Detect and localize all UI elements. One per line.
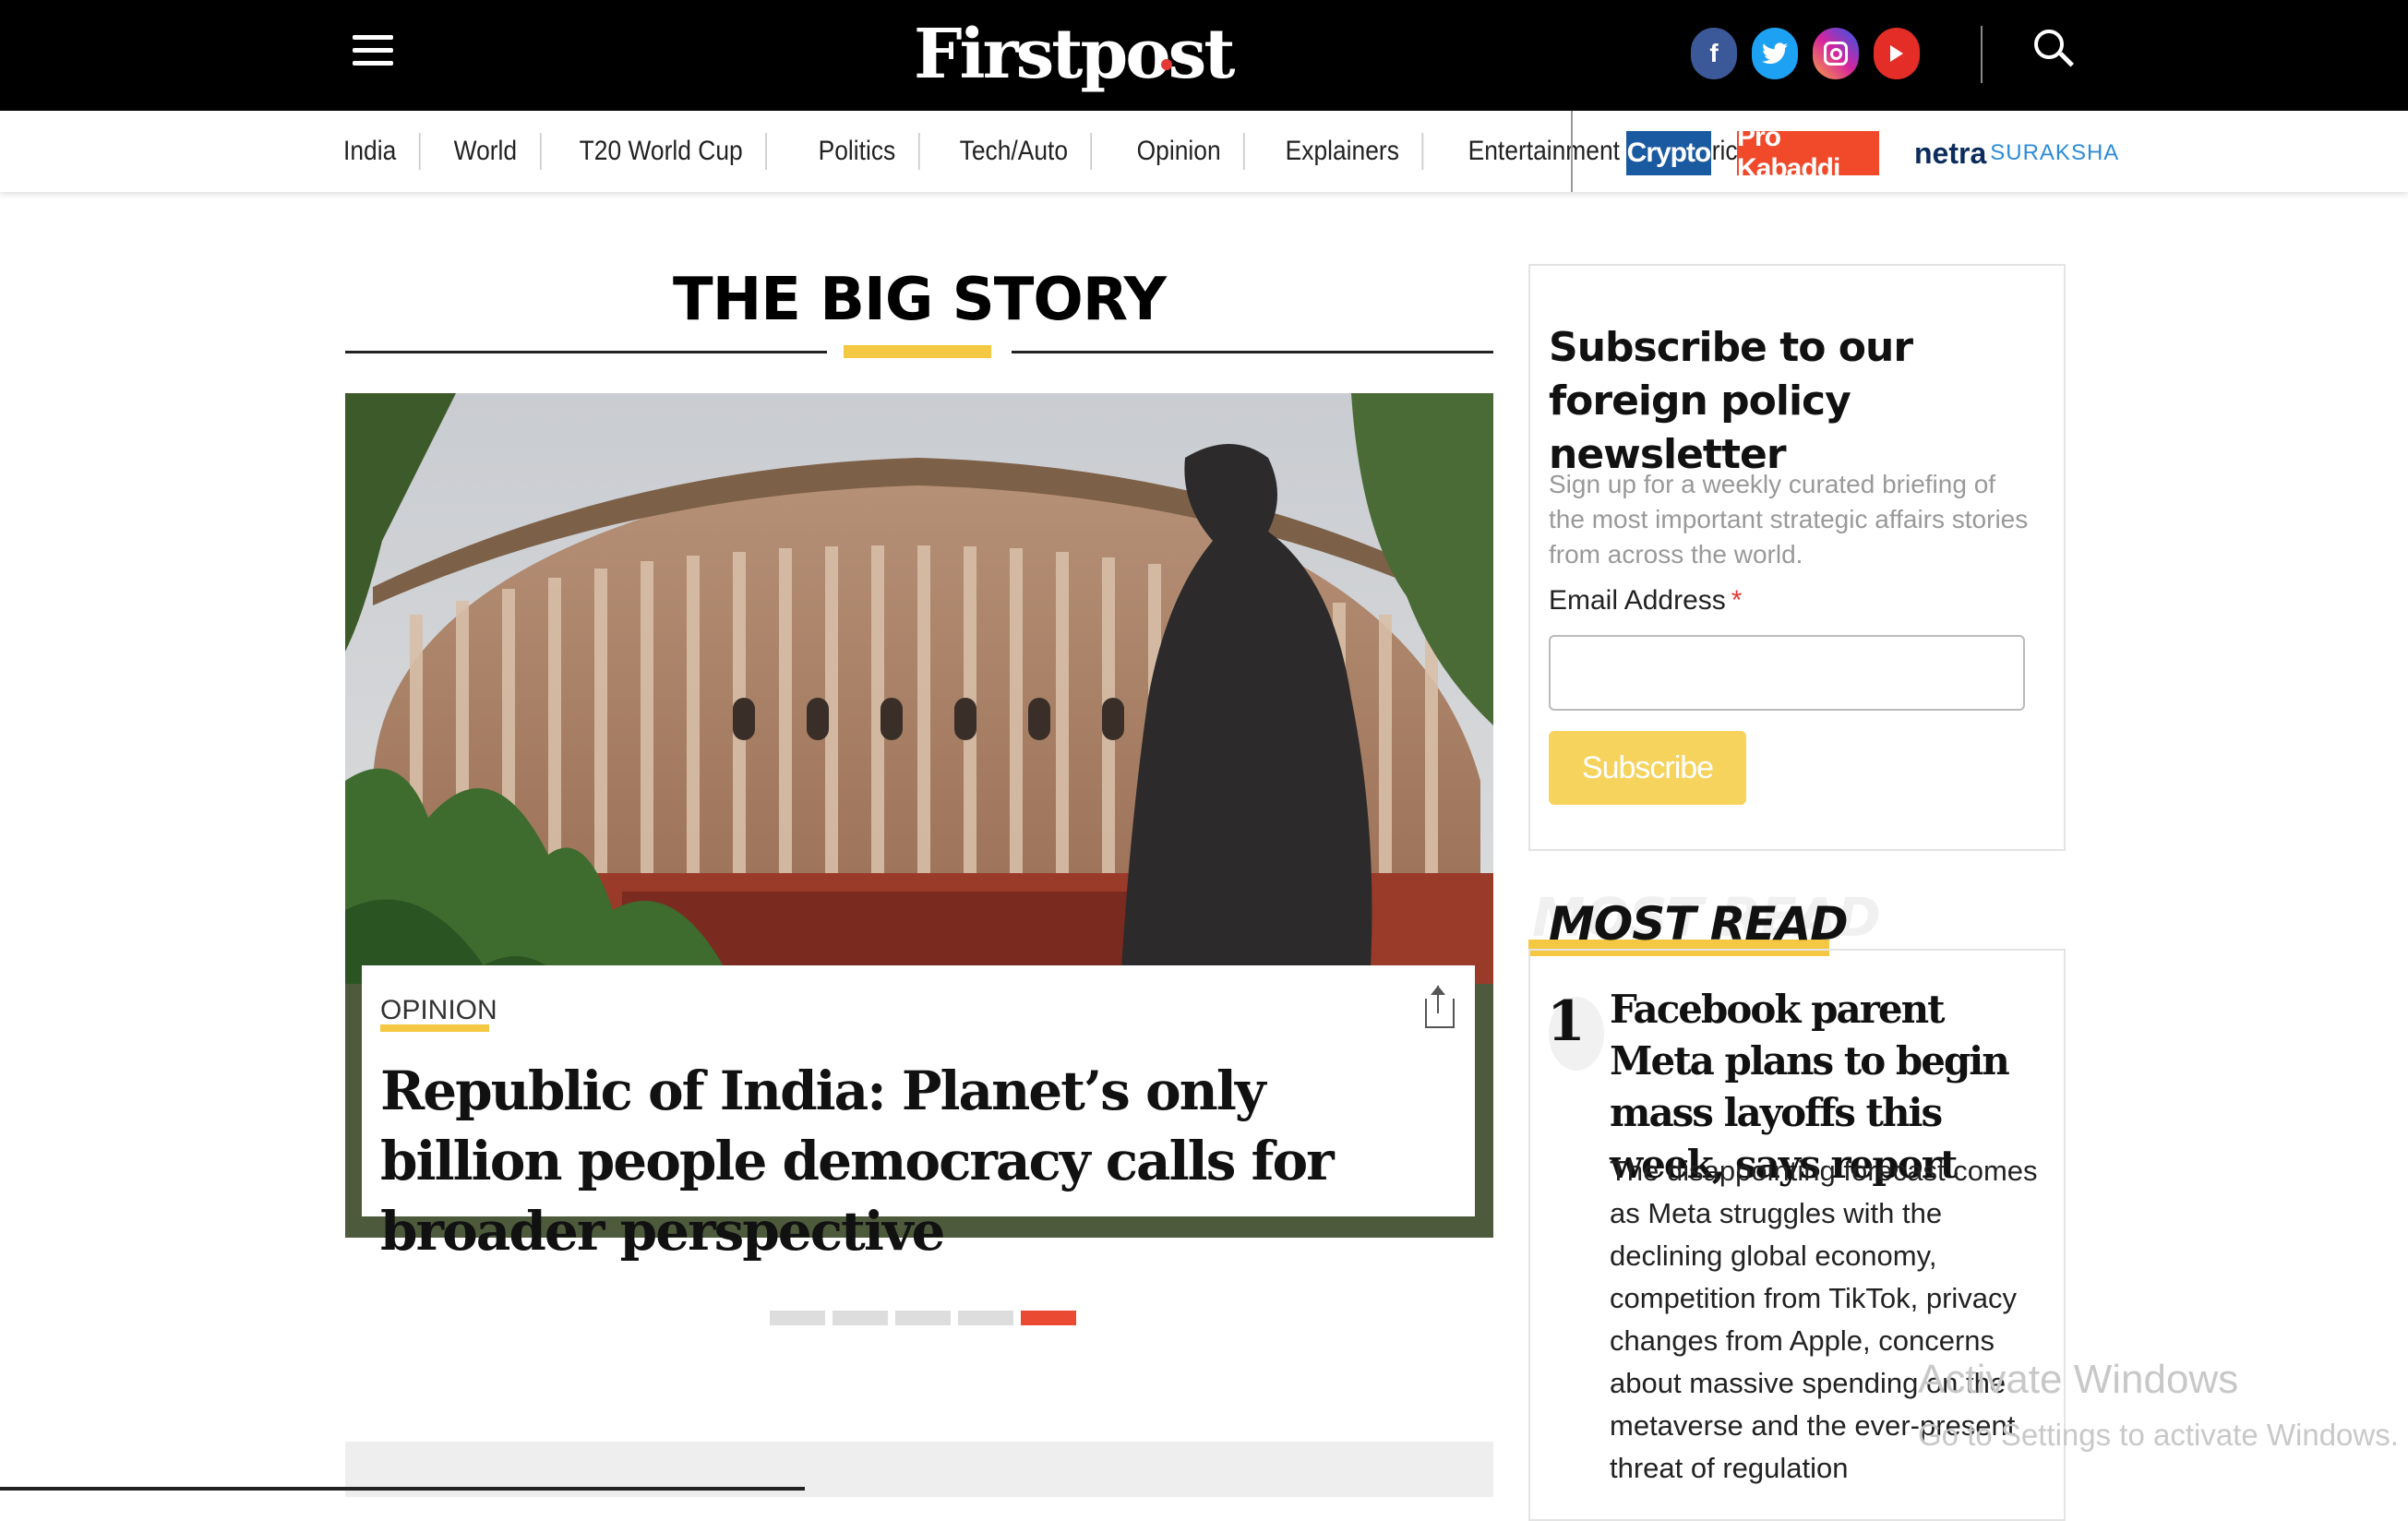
slide-dot[interactable] <box>833 1311 888 1325</box>
nav-divider <box>1571 111 1573 192</box>
rank-number: 1 <box>1547 989 1586 1054</box>
required-mark: * <box>1731 585 1743 616</box>
instagram-icon[interactable] <box>1813 28 1859 79</box>
nav-item-t20-world-cup[interactable]: T20 World Cup <box>557 133 767 170</box>
menu-icon[interactable] <box>353 35 393 66</box>
category-nav: India World T20 World Cup Politics Tech/… <box>0 111 2408 192</box>
nav-item-tech-auto[interactable]: Tech/Auto <box>937 133 1093 170</box>
most-read-title: MOST READ <box>1549 897 1849 951</box>
section-title: THE BIG STORY <box>673 266 1167 334</box>
activation-watermark-sub: Go to Settings to activate Windows. <box>1918 1418 2399 1452</box>
search-icon[interactable] <box>2034 30 2074 72</box>
nav-item-politics[interactable]: Politics <box>796 133 920 170</box>
title-rule-left <box>345 351 827 353</box>
newsletter-description: Sign up for a weekly curated briefing of… <box>1549 470 2029 569</box>
subscribe-button[interactable]: Subscribe <box>1549 731 1746 805</box>
email-label: Email Address * <box>1549 585 1742 617</box>
slide-dot[interactable] <box>958 1311 1013 1325</box>
slide-dot-active[interactable] <box>1021 1311 1076 1325</box>
logo-dot <box>1161 59 1172 70</box>
page-scroll-indicator <box>0 1487 805 1491</box>
netra-suraksha-logo[interactable]: netra SURAKSHA <box>1914 131 2119 175</box>
youtube-icon[interactable] <box>1874 28 1920 79</box>
divider <box>1981 26 1983 83</box>
suraksha-text: SURAKSHA <box>1990 140 2120 165</box>
netra-text: netra <box>1914 136 1987 170</box>
email-field[interactable] <box>1549 635 2025 711</box>
slide-dot[interactable] <box>770 1311 825 1325</box>
category-underline <box>380 1024 489 1032</box>
story-caption: OPINION Republic of India: Planet’s only… <box>362 965 1475 1263</box>
share-icon[interactable] <box>1423 986 1455 1030</box>
nav-item-explainers[interactable]: Explainers <box>1263 133 1424 170</box>
title-accent <box>844 345 991 358</box>
activation-watermark: Activate Windows <box>1918 1357 2239 1402</box>
newsletter-title: Subscribe to our foreign policy newslett… <box>1549 324 1913 478</box>
site-logo[interactable]: Firstpost <box>914 4 1235 105</box>
slide-dot[interactable] <box>895 1311 951 1325</box>
facebook-icon[interactable]: f <box>1691 28 1737 79</box>
story-headline[interactable]: Republic of India: Planet’s only billion… <box>380 1056 1451 1266</box>
top-bar: Firstpost f <box>0 0 2408 111</box>
pro-kabaddi-badge[interactable]: Pro Kabaddi <box>1737 122 1879 184</box>
nav-list: India World T20 World Cup Politics Tech/… <box>343 111 1809 192</box>
nav-item-entertainment[interactable]: Entertainment <box>1445 133 1645 170</box>
newsletter-widget: Subscribe to our foreign policy newslett… <box>1528 264 2066 851</box>
category-label[interactable]: OPINION <box>380 995 497 1026</box>
nav-item-world[interactable]: World <box>431 133 542 170</box>
nav-item-india[interactable]: India <box>343 133 421 170</box>
slider-dots <box>770 1311 1076 1325</box>
title-rule-right <box>1012 351 1493 353</box>
twitter-icon[interactable] <box>1752 28 1798 79</box>
email-label-text: Email Address <box>1549 585 1726 616</box>
crypto-badge[interactable]: Crypto <box>1626 131 1711 175</box>
nav-item-opinion[interactable]: Opinion <box>1114 133 1245 170</box>
